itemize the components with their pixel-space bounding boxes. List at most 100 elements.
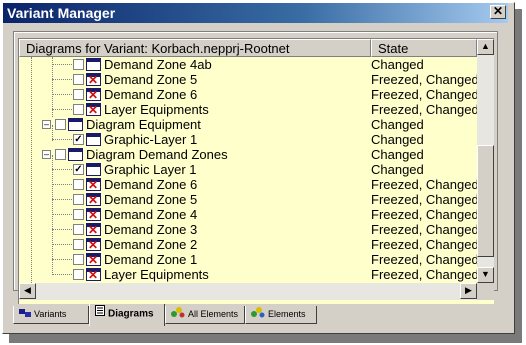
list-item[interactable]: Demand Zone 6 Freezed, Changed — [19, 87, 477, 102]
row-checkbox[interactable] — [55, 119, 66, 130]
row-name: Demand Zone 3 — [104, 222, 198, 237]
list-item[interactable]: Demand Zone 4ab Changed — [19, 57, 477, 72]
list-item[interactable]: ✓ Graphic-Layer 1 Changed — [19, 132, 477, 147]
column-header-state[interactable]: State — [371, 39, 477, 57]
row-checkbox[interactable] — [73, 59, 84, 70]
row-name: Demand Zone 5 — [104, 192, 198, 207]
collapse-icon[interactable]: – — [42, 150, 51, 159]
row-state: Freezed, Changed — [371, 87, 477, 102]
frozen-diagram-icon — [86, 268, 101, 282]
row-name: Layer Equipments — [104, 267, 209, 282]
row-checkbox[interactable]: ✓ — [73, 164, 84, 175]
title-bar[interactable]: Variant Manager ✕ — [3, 3, 508, 23]
frozen-diagram-icon — [86, 223, 101, 237]
collapse-icon[interactable]: – — [42, 120, 51, 129]
all-elements-icon — [171, 306, 185, 323]
variants-icon — [19, 307, 31, 323]
row-checkbox[interactable] — [73, 104, 84, 115]
frozen-diagram-icon — [86, 208, 101, 222]
row-checkbox[interactable] — [73, 74, 84, 85]
row-state: Freezed, Changed — [371, 252, 477, 267]
scroll-left-button[interactable]: ◀ — [19, 283, 36, 299]
list-item[interactable]: Layer Equipments Freezed, Changed — [19, 102, 477, 117]
list-header: Diagrams for Variant: Korbach.nepprj-Roo… — [19, 39, 477, 57]
diagram-icon — [68, 148, 83, 161]
tab-elements[interactable]: Elements — [245, 306, 317, 324]
frozen-diagram-icon — [86, 103, 101, 117]
row-checkbox[interactable] — [73, 239, 84, 250]
frozen-diagram-icon — [86, 193, 101, 207]
list-item[interactable]: – Diagram Equipment Changed — [19, 117, 477, 132]
row-checkbox[interactable] — [73, 254, 84, 265]
row-checkbox[interactable] — [73, 224, 84, 235]
row-name: Demand Zone 1 — [104, 252, 198, 267]
row-name: Diagram Equipment — [86, 117, 201, 132]
row-state: Freezed, Changed — [371, 192, 477, 207]
column-header-diagrams[interactable]: Diagrams for Variant: Korbach.nepprj-Roo… — [19, 39, 371, 57]
row-state: Changed — [371, 117, 424, 132]
diagrams-icon — [95, 304, 105, 324]
diagram-icon — [86, 133, 101, 146]
tab-label: Variants — [34, 309, 67, 319]
row-name: Layer Equipments — [104, 102, 209, 117]
list-item[interactable]: Demand Zone 6 Freezed, Changed — [19, 177, 477, 192]
row-checkbox[interactable] — [73, 194, 84, 205]
row-name: Demand Zone 6 — [104, 177, 198, 192]
tab-all-elements[interactable]: All Elements — [165, 306, 245, 324]
row-checkbox[interactable] — [55, 149, 66, 160]
row-state: Freezed, Changed — [371, 222, 477, 237]
row-checkbox[interactable] — [73, 179, 84, 190]
tab-diagrams[interactable]: Diagrams — [89, 304, 165, 326]
close-icon: ✕ — [492, 4, 504, 18]
row-state: Freezed, Changed — [371, 207, 477, 222]
frozen-diagram-icon — [86, 73, 101, 87]
list-item[interactable]: – Diagram Demand Zones Changed — [19, 147, 477, 162]
row-checkbox[interactable] — [73, 269, 84, 280]
row-checkbox[interactable] — [73, 209, 84, 220]
row-checkbox[interactable]: ✓ — [73, 134, 84, 145]
tab-label: Elements — [268, 309, 306, 319]
scroll-right-button[interactable]: ▶ — [460, 283, 477, 299]
diagram-list[interactable]: Diagrams for Variant: Korbach.nepprj-Roo… — [18, 38, 494, 304]
tab-variants[interactable]: Variants — [13, 306, 89, 324]
scroll-up-button[interactable]: ▲ — [477, 39, 494, 55]
row-name: Demand Zone 6 — [104, 87, 198, 102]
diagram-icon — [68, 118, 83, 131]
list-item[interactable]: Demand Zone 3 Freezed, Changed — [19, 222, 477, 237]
row-name: Demand Zone 4ab — [104, 57, 212, 72]
list-item[interactable]: Demand Zone 2 Freezed, Changed — [19, 237, 477, 252]
row-name: Graphic Layer 1 — [104, 162, 197, 177]
frozen-diagram-icon — [86, 88, 101, 102]
row-name: Graphic-Layer 1 — [104, 132, 198, 147]
row-name: Diagram Demand Zones — [86, 147, 228, 162]
tab-label: All Elements — [188, 309, 239, 319]
list-item[interactable]: ✓ Graphic Layer 1 Changed — [19, 162, 477, 177]
vertical-scrollbar[interactable]: ▲ ▼ — [477, 39, 494, 283]
row-name: Demand Zone 5 — [104, 72, 198, 87]
row-checkbox[interactable] — [73, 89, 84, 100]
row-state: Changed — [371, 147, 424, 162]
scroll-down-button[interactable]: ▼ — [477, 267, 494, 283]
close-button[interactable]: ✕ — [490, 5, 506, 19]
frozen-diagram-icon — [86, 178, 101, 192]
scrollbar-corner — [477, 283, 494, 300]
list-item[interactable]: Demand Zone 5 Freezed, Changed — [19, 72, 477, 87]
row-state: Freezed, Changed — [371, 237, 477, 252]
list-item[interactable]: Demand Zone 5 Freezed, Changed — [19, 192, 477, 207]
window-title: Variant Manager — [7, 5, 116, 21]
row-state: Freezed, Changed — [371, 267, 477, 282]
vertical-scroll-thumb[interactable] — [477, 145, 494, 257]
row-name: Demand Zone 4 — [104, 207, 198, 222]
frozen-diagram-icon — [86, 253, 101, 267]
diagram-icon — [86, 163, 101, 176]
row-state: Changed — [371, 162, 424, 177]
list-item[interactable]: Demand Zone 4 Freezed, Changed — [19, 207, 477, 222]
horizontal-scrollbar[interactable]: ◀ ▶ — [19, 283, 477, 300]
frozen-diagram-icon — [86, 238, 101, 252]
list-item[interactable]: Layer Equipments Freezed, Changed — [19, 267, 477, 282]
row-state: Changed — [371, 57, 424, 72]
list-item[interactable]: Demand Zone 1 Freezed, Changed — [19, 252, 477, 267]
row-name: Demand Zone 2 — [104, 237, 198, 252]
tab-label: Diagrams — [108, 308, 154, 320]
row-state: Freezed, Changed — [371, 177, 477, 192]
